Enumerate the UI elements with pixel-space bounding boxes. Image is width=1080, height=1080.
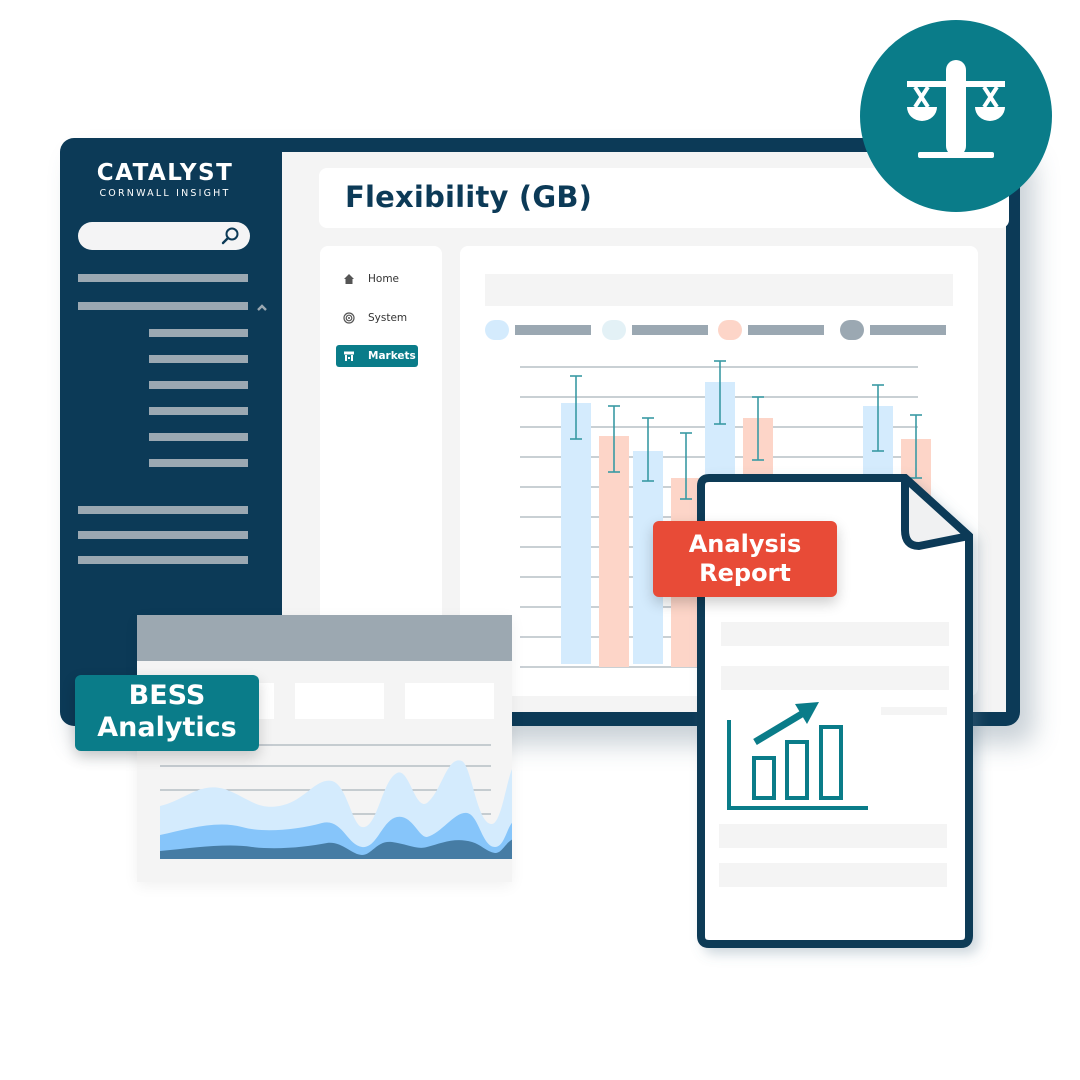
report-label-line1: Analysis — [688, 530, 802, 558]
brand-title: CATALYST — [96, 160, 234, 186]
chevron-up-icon[interactable] — [256, 298, 268, 311]
brand-subtitle: CORNWALL INSIGHT — [99, 188, 231, 199]
analysis-report-label: Analysis Report — [653, 521, 837, 597]
home-icon — [342, 272, 356, 286]
doc-text-line — [719, 824, 947, 848]
page-title: Flexibility (GB) — [345, 180, 593, 214]
doc-text-line — [719, 863, 947, 887]
subnav-label: Home — [368, 273, 400, 285]
doc-text-line — [721, 666, 949, 690]
sidebar-subitem-2[interactable] — [149, 355, 248, 363]
sidebar-subitem-3[interactable] — [149, 381, 248, 389]
sidebar-item-4[interactable] — [78, 531, 248, 539]
doc-text-line — [881, 707, 947, 715]
sidebar-item-2[interactable] — [78, 302, 248, 310]
search-input[interactable] — [78, 222, 250, 250]
sidebar-subitem-6[interactable] — [149, 459, 248, 467]
subnav-item-markets[interactable]: Markets — [336, 345, 418, 367]
brand-logo[interactable]: CATALYST CORNWALL INSIGHT — [92, 160, 238, 199]
balance-scale-icon — [907, 60, 1005, 158]
document-corner-fold — [901, 474, 973, 550]
bess-label-line1: BESS — [128, 680, 206, 711]
balance-scale-badge — [860, 20, 1052, 212]
sidebar-item-3[interactable] — [78, 506, 248, 514]
subnav-item-home[interactable]: Home — [336, 268, 418, 290]
sidebar-item-1[interactable] — [78, 274, 248, 282]
bar-1 — [561, 403, 591, 664]
subnav-label: Markets — [368, 350, 416, 362]
subnav-panel: Home System Markets — [320, 246, 442, 666]
subnav-item-system[interactable]: System — [336, 307, 418, 329]
sidebar-subitem-5[interactable] — [149, 433, 248, 441]
sidebar-subitem-1[interactable] — [149, 329, 248, 337]
bess-label-line2: Analytics — [97, 712, 237, 743]
system-icon — [342, 311, 356, 325]
subnav-label: System — [368, 312, 408, 324]
doc-text-line — [721, 622, 949, 646]
bess-analytics-label: BESS Analytics — [75, 675, 259, 751]
sidebar-subitem-4[interactable] — [149, 407, 248, 415]
markets-icon — [342, 349, 356, 363]
search-icon[interactable] — [220, 226, 240, 246]
sidebar-item-5[interactable] — [78, 556, 248, 564]
report-label-line2: Report — [699, 559, 791, 587]
